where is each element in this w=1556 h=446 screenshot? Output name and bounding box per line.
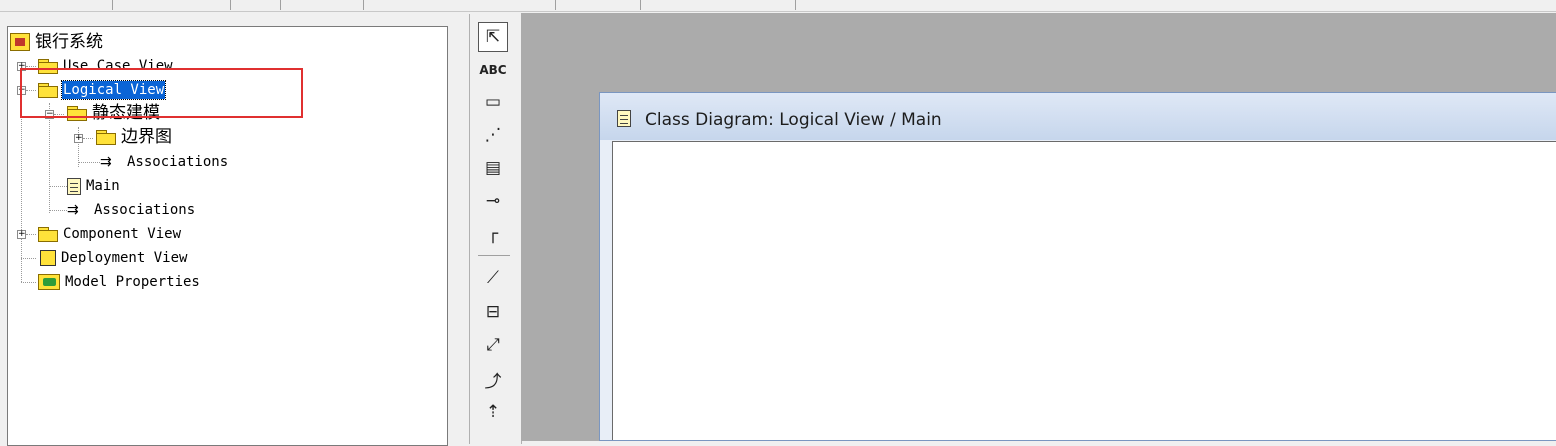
expand-plus-icon[interactable]: +	[17, 230, 26, 239]
tree-connector	[49, 186, 67, 187]
tree-item-label: Use Case View	[63, 58, 173, 74]
associations-icon: ⇉	[100, 154, 112, 170]
model-root-icon	[10, 33, 30, 51]
toolbar-separator	[555, 0, 556, 10]
expand-plus-icon[interactable]: +	[74, 134, 83, 143]
association-icon[interactable]: ┌	[478, 219, 508, 249]
tree-item-label: Associations	[94, 202, 196, 218]
anchor-note-icon[interactable]: ⋰	[478, 120, 508, 150]
package-icon[interactable]: ⊟	[478, 297, 508, 327]
tree-item-label: Associations	[127, 154, 229, 170]
tree-item-deployment-view[interactable]: Deployment View	[40, 247, 188, 269]
class-diagram-window[interactable]: Class Diagram: Logical View / Main	[599, 92, 1556, 441]
toolbar-separator	[230, 0, 231, 10]
collapse-minus-icon[interactable]: −	[17, 86, 26, 95]
folder-icon	[67, 105, 87, 121]
tree-connector	[26, 234, 36, 235]
select-arrow-icon[interactable]: ⇱	[478, 22, 508, 52]
folder-icon	[96, 129, 116, 145]
collapse-minus-icon[interactable]: −	[45, 110, 54, 119]
toolbar-separator	[280, 0, 281, 10]
tree-connector	[21, 258, 36, 259]
tree-item-boundary-diagram[interactable]: 边界图	[96, 126, 173, 148]
tree-connector	[83, 138, 93, 139]
diagram-title: Class Diagram: Logical View / Main	[645, 110, 942, 130]
class-diagram-icon	[67, 177, 81, 195]
folder-icon	[38, 226, 58, 242]
model-browser[interactable]: 银行系统 + Use Case View − Logical View − 静态…	[7, 26, 448, 446]
tree-connector	[26, 66, 36, 67]
toolbar-separator	[640, 0, 641, 10]
toolbar-separator	[795, 0, 796, 10]
diagram-toolbox: ⇱ ABC ▭ ⋰ ▤ ⊸ ┌ ⟋ ⊟ ⤢ ⤴ ⇡	[469, 14, 522, 444]
tree-connector	[21, 282, 36, 283]
model-properties-icon	[38, 274, 60, 290]
tree-root[interactable]: 银行系统	[10, 31, 104, 53]
toolbar-separator	[112, 0, 113, 10]
tree-item-use-case-view[interactable]: Use Case View	[38, 55, 174, 77]
toolbar-strip	[0, 0, 1556, 12]
associations-icon: ⇉	[67, 202, 79, 218]
tree-item-component-view[interactable]: Component View	[38, 223, 182, 245]
tree-item-label: Main	[86, 178, 120, 194]
tree-connector	[21, 71, 22, 282]
tree-connector	[54, 114, 64, 115]
tree-connector	[26, 90, 36, 91]
tree-item-associations[interactable]: ⇉ Associations	[67, 199, 196, 221]
folder-icon	[38, 82, 58, 98]
tree-item-label: Model Properties	[65, 274, 200, 290]
deployment-icon	[40, 250, 56, 266]
class-icon[interactable]: ▤	[478, 153, 508, 183]
tree-item-associations[interactable]: ⇉ Associations	[100, 151, 229, 173]
realize-icon[interactable]: ⇡	[478, 397, 508, 427]
tree-item-logical-view[interactable]: Logical View	[38, 79, 167, 101]
generalization-icon[interactable]: ⤴	[478, 364, 508, 394]
tree-root-label: 银行系统	[35, 32, 103, 52]
tree-item-label: Component View	[63, 226, 182, 242]
tree-item-main[interactable]: Main	[67, 175, 121, 197]
tree-item-label: Logical View	[60, 80, 167, 100]
tree-item-model-properties[interactable]: Model Properties	[38, 271, 201, 293]
tree-item-static-modeling[interactable]: 静态建模	[67, 102, 161, 124]
class-diagram-icon	[617, 110, 631, 127]
toolbar-separator	[363, 0, 364, 10]
aggregation-icon[interactable]: ⟋	[478, 263, 508, 293]
note-icon[interactable]: ▭	[478, 87, 508, 117]
dependency-icon[interactable]: ⤢	[478, 330, 508, 360]
toolbox-separator	[478, 255, 510, 256]
expand-plus-icon[interactable]: +	[17, 62, 26, 71]
folder-icon	[38, 58, 58, 74]
tree-connector	[49, 103, 50, 213]
text-icon[interactable]: ABC	[478, 55, 508, 85]
tree-connector	[78, 162, 100, 163]
diagram-canvas[interactable]	[612, 141, 1556, 440]
tree-item-label: 边界图	[121, 127, 172, 147]
tree-item-label: 静态建模	[92, 103, 160, 123]
interface-icon[interactable]: ⊸	[478, 186, 508, 216]
tree-item-label: Deployment View	[61, 250, 188, 266]
tree-connector	[49, 210, 67, 211]
diagram-title-bar[interactable]: Class Diagram: Logical View / Main	[600, 93, 1556, 140]
